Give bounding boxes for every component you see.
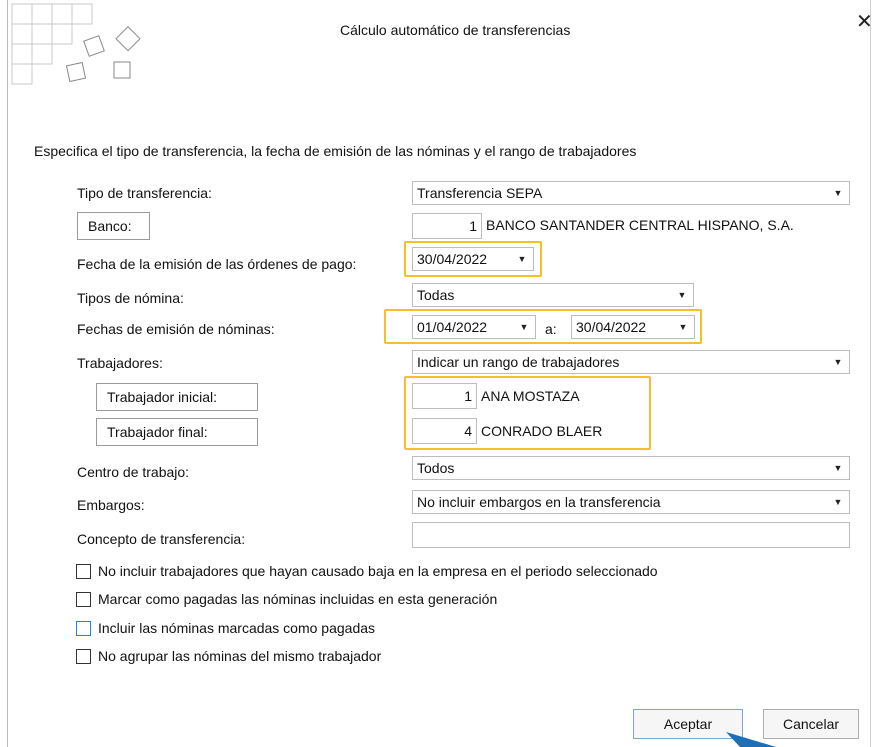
- banco-code-input[interactable]: 1: [412, 213, 482, 239]
- embargos-select[interactable]: No incluir embargos en la transferencia …: [412, 490, 850, 514]
- trabajador-final-button[interactable]: Trabajador final:: [96, 418, 258, 446]
- chevron-down-icon: ▼: [833, 463, 843, 473]
- embargos-label: Embargos:: [77, 497, 145, 513]
- checkbox-marcar-pagadas-label: Marcar como pagadas las nóminas incluida…: [98, 591, 498, 607]
- transfer-dialog: Cálculo automático de transferencias ✕ E…: [7, 0, 872, 747]
- concepto-label: Concepto de transferencia:: [77, 531, 246, 547]
- tipos-nomina-select[interactable]: Todas ▼: [412, 283, 694, 307]
- checkbox-no-agrupar-label: No agrupar las nóminas del mismo trabaja…: [98, 648, 382, 664]
- pointer-arrow-icon: [726, 732, 776, 747]
- tipo-transferencia-select[interactable]: Transferencia SEPA ▼: [412, 181, 850, 205]
- highlight-trabajadores: [404, 376, 651, 450]
- banco-button[interactable]: Banco:: [77, 212, 150, 240]
- banco-name: BANCO SANTANDER CENTRAL HISPANO, S.A.: [486, 217, 794, 233]
- app-logo: [11, 3, 141, 85]
- tipo-transferencia-label: Tipo de transferencia:: [77, 185, 212, 201]
- highlight-fecha-ordenes: [404, 241, 542, 277]
- checkbox-excluir-bajas[interactable]: [76, 564, 91, 579]
- fecha-ordenes-label: Fecha de la emisión de las órdenes de pa…: [77, 256, 357, 272]
- chevron-down-icon: ▼: [677, 290, 687, 300]
- dialog-title: Cálculo automático de transferencias: [340, 22, 571, 38]
- chevron-down-icon: ▼: [833, 357, 843, 367]
- trabajador-inicial-button[interactable]: Trabajador inicial:: [96, 383, 258, 411]
- tipos-nomina-label: Tipos de nómina:: [77, 290, 184, 306]
- checkbox-incluir-pagadas[interactable]: [76, 621, 91, 636]
- highlight-fechas-nominas: [384, 309, 702, 344]
- centro-trabajo-select[interactable]: Todos ▼: [412, 456, 850, 480]
- close-icon[interactable]: ✕: [856, 12, 872, 32]
- fechas-nominas-label: Fechas de emisión de nóminas:: [77, 321, 275, 337]
- checkbox-incluir-pagadas-label: Incluir las nóminas marcadas como pagada…: [98, 620, 376, 636]
- centro-trabajo-label: Centro de trabajo:: [77, 464, 190, 480]
- trabajadores-select[interactable]: Indicar un rango de trabajadores ▼: [412, 350, 850, 374]
- checkbox-marcar-pagadas[interactable]: [76, 592, 91, 607]
- chevron-down-icon: ▼: [833, 497, 843, 507]
- chevron-down-icon: ▼: [833, 188, 843, 198]
- checkbox-no-agrupar[interactable]: [76, 649, 91, 664]
- trabajadores-label: Trabajadores:: [77, 355, 163, 371]
- instructions-text: Especifica el tipo de transferencia, la …: [34, 143, 637, 159]
- concepto-input[interactable]: [412, 522, 850, 548]
- checkbox-excluir-bajas-label: No incluir trabajadores que hayan causad…: [98, 563, 658, 579]
